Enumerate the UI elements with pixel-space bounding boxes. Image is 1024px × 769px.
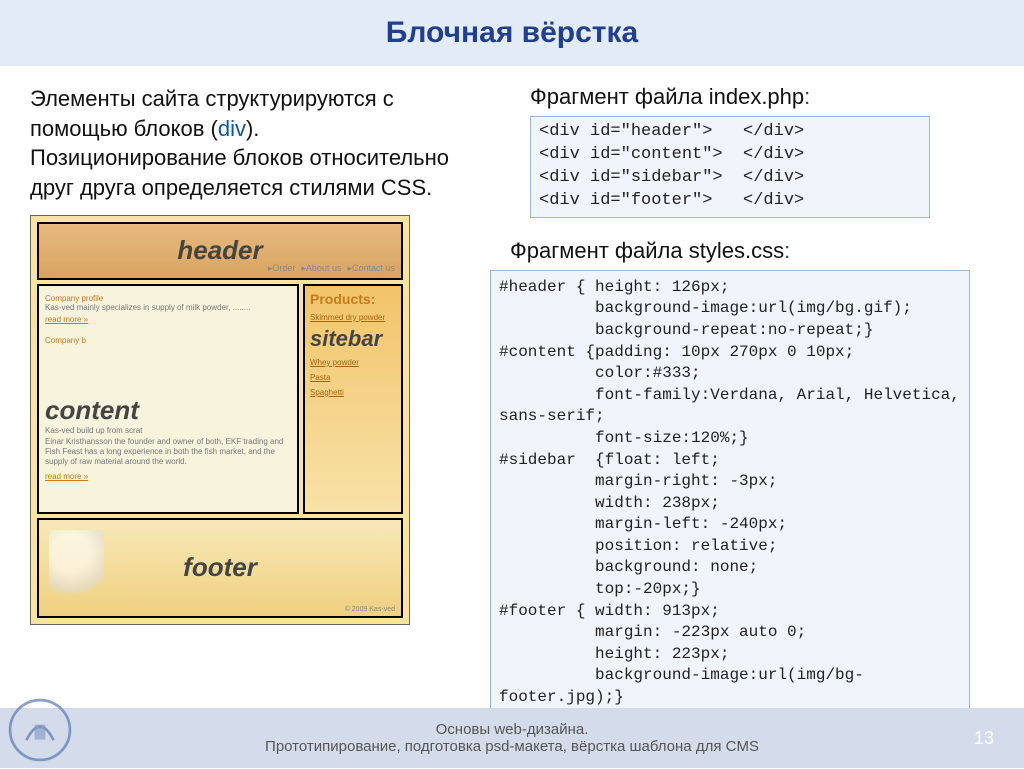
mockup-header-label: header [177, 235, 262, 266]
snippet2-code: #header { height: 126px; background-imag… [490, 270, 970, 716]
slide-title-bar: Блочная вёрстка [0, 0, 1024, 66]
mockup-readmore2: read more » [45, 472, 291, 481]
snippet1-code: <div id="header"> </div> <div id="conten… [530, 116, 930, 218]
page-number: 13 [974, 728, 994, 749]
right-column: Фрагмент файла index.php: <div id="heade… [490, 84, 1004, 716]
mockup-sidebar-item: Whey powder [310, 358, 396, 367]
snippet1-title: Фрагмент файла index.php: [530, 84, 1004, 110]
mockup-content-text2b: Einar Kristhansson the founder and owner… [45, 437, 291, 468]
mockup-nav-item: ▸About us [301, 263, 341, 274]
mockup-content-text: Kas-ved mainly specializes in supply of … [45, 303, 291, 313]
mockup-content-heading2: Company b [45, 336, 291, 345]
mockup-sidebar-item: Skimmed dry powder [310, 313, 396, 322]
mockup-sidebar-item: Pasta [310, 373, 396, 382]
mockup-sidebar-block: Products: Skimmed dry powder sitebar Whe… [303, 284, 403, 514]
slide-footer: Основы web-дизайна. Прототипирование, по… [0, 708, 1024, 768]
mockup-content-heading: Company profile [45, 294, 291, 303]
footer-line2: Прототипирование, подготовка psd-макета,… [265, 738, 759, 755]
mockup-sidebar-item: Spaghetti [310, 388, 396, 397]
snippet2-title-text: Фрагмент файла styles.css [510, 238, 784, 263]
layout-mockup: header ▸Order ▸About us ▸Contact us Comp… [30, 215, 410, 625]
intro-keyword: div [218, 116, 246, 141]
intro-text-prefix: Элементы сайта структурируются с помощью… [30, 86, 394, 141]
mockup-nav: ▸Order ▸About us ▸Contact us [268, 263, 395, 274]
snippet1-colon: : [804, 84, 810, 109]
mockup-footer-label: footer [183, 552, 257, 583]
snippet2-colon: : [784, 238, 790, 263]
mockup-nav-item: ▸Order [268, 263, 296, 274]
mockup-footer-copy: © 2009 Kas-ved [345, 606, 395, 613]
mockup-nav-item: ▸Contact us [347, 263, 395, 274]
mockup-header-block: header ▸Order ▸About us ▸Contact us [37, 222, 403, 280]
snippet2-title: Фрагмент файла styles.css: [510, 238, 1004, 264]
mockup-footer-block: footer © 2009 Kas-ved [37, 518, 403, 618]
mockup-sidebar-label: sitebar [310, 326, 396, 352]
mockup-readmore: read more » [45, 315, 291, 324]
mockup-sidebar-heading: Products: [310, 291, 396, 307]
left-column: Элементы сайта структурируются с помощью… [30, 84, 460, 716]
slide-body: Элементы сайта структурируются с помощью… [0, 66, 1024, 726]
intro-paragraph: Элементы сайта структурируются с помощью… [30, 84, 460, 203]
mockup-content-block: Company profile Kas-ved mainly specializ… [37, 284, 299, 514]
mockup-content-text2a: Kas-ved build up from scrat [45, 426, 291, 436]
snippet1-title-text: Фрагмент файла index.php [530, 84, 804, 109]
slide-title: Блочная вёрстка [386, 16, 638, 50]
university-logo-icon [6, 696, 74, 764]
footer-line1: Основы web-дизайна. [436, 721, 589, 738]
mockup-content-label: content [45, 395, 291, 426]
mockup-middle-row: Company profile Kas-ved mainly specializ… [37, 284, 403, 514]
